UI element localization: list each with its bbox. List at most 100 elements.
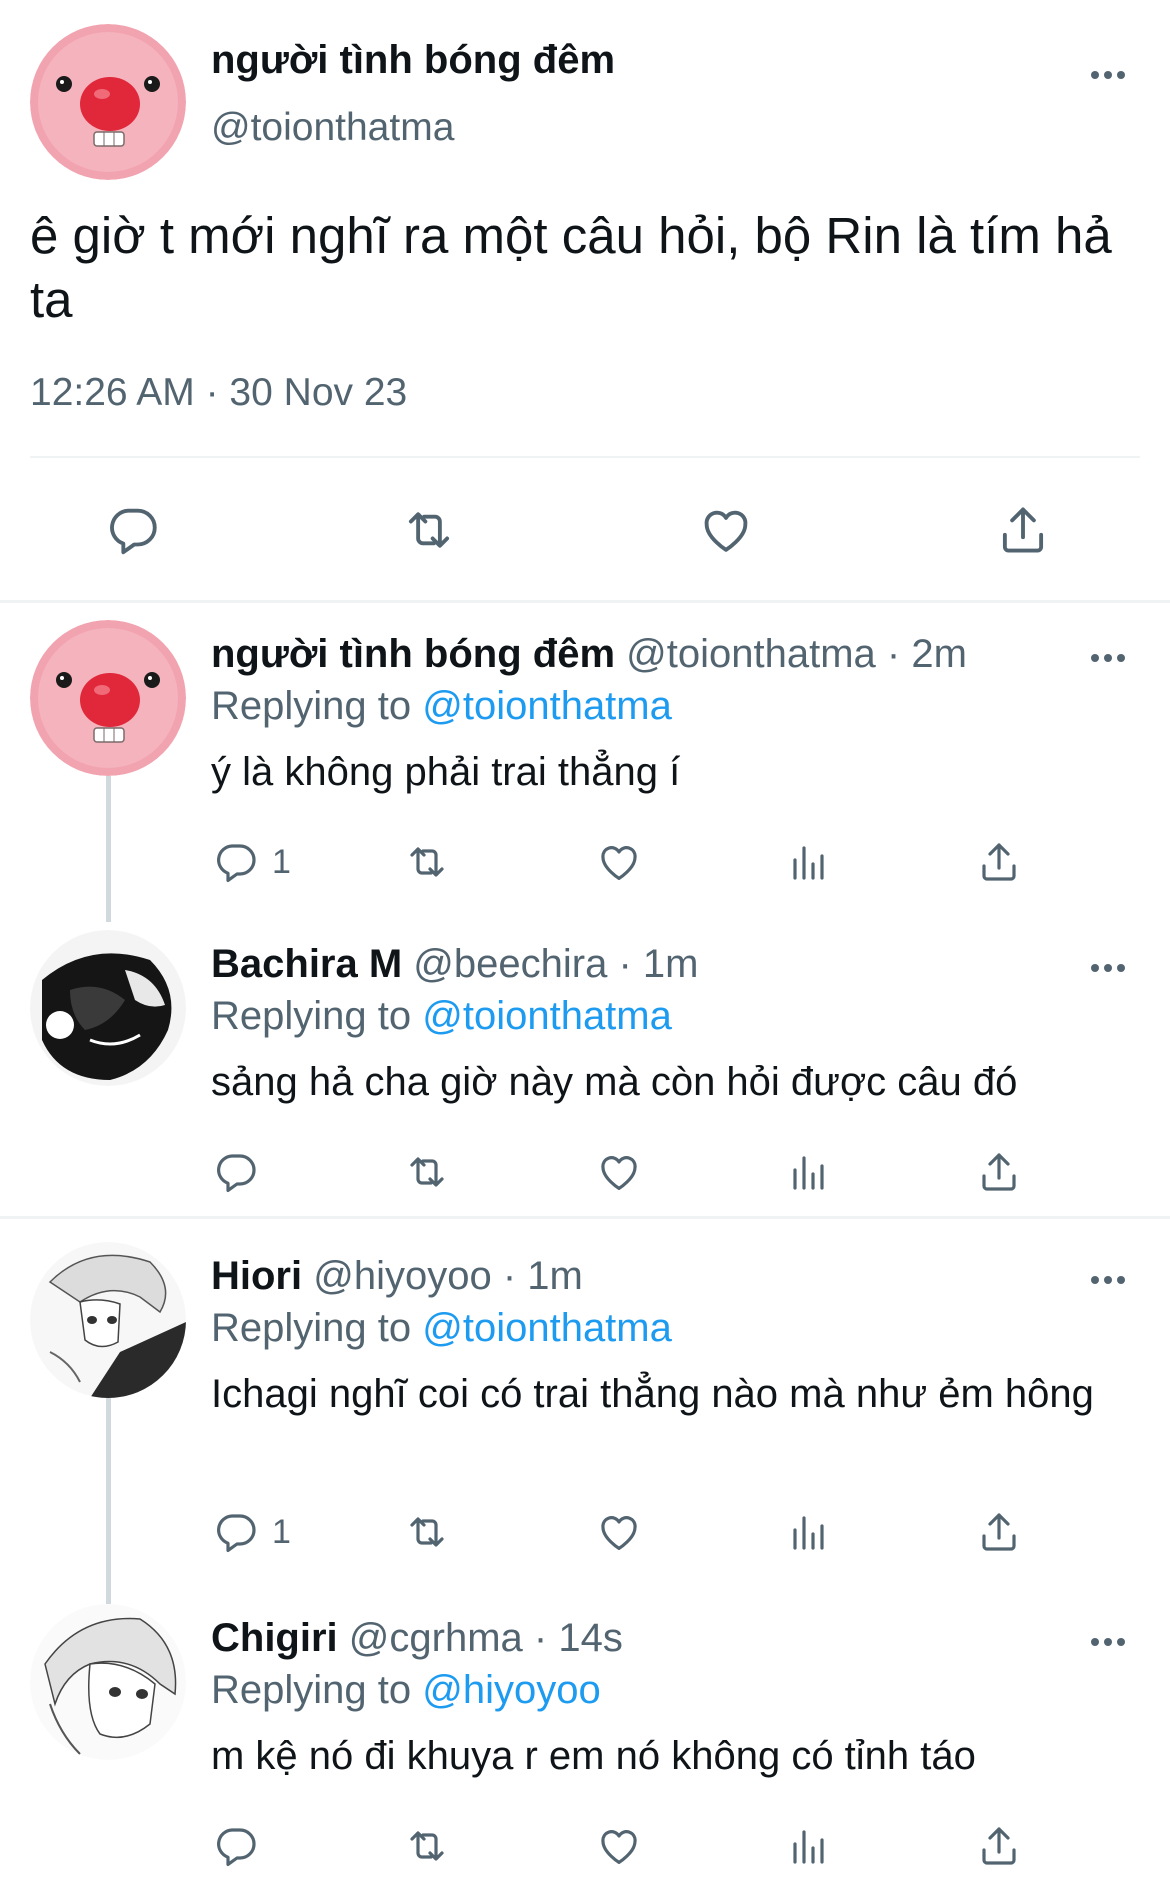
reply-icon <box>104 501 162 559</box>
reply-count: 1 <box>272 1512 291 1551</box>
avatar[interactable] <box>30 1242 186 1398</box>
mention-link[interactable]: @toionthatma <box>422 994 672 1038</box>
retweet-icon <box>403 1822 451 1870</box>
reply-action-bar: 1 <box>0 1502 1170 1562</box>
reply-action-bar <box>0 1142 1170 1202</box>
reply-text: m kệ nó đi khuya r em nó không có tỉnh t… <box>211 1734 976 1778</box>
like-icon <box>595 838 643 886</box>
reply-header: Hiori @hiyoyoo · 1m <box>211 1254 583 1299</box>
tweet-action-bar <box>0 495 1170 565</box>
views-icon <box>785 1822 833 1870</box>
author-handle[interactable]: @toionthatma <box>211 106 454 150</box>
like-button[interactable] <box>697 501 755 559</box>
retweet-icon <box>403 838 451 886</box>
replying-to-label: Replying to <box>211 684 423 728</box>
views-icon <box>785 838 833 886</box>
reply-button[interactable] <box>104 501 162 559</box>
share-icon <box>975 1148 1023 1196</box>
reply-icon <box>212 1508 260 1556</box>
more-options-icon[interactable] <box>1078 1622 1138 1662</box>
author-name[interactable]: Chigiri <box>211 1616 338 1660</box>
retweet-icon <box>403 1148 451 1196</box>
retweet-button[interactable] <box>403 838 451 886</box>
reply-action-bar <box>0 1816 1170 1876</box>
reply-tweet[interactable]: người tình bóng đêm @toionthatma · 2m Re… <box>0 610 1170 910</box>
mention-link[interactable]: @toionthatma <box>422 684 672 728</box>
views-icon <box>785 1148 833 1196</box>
author-name[interactable]: Hiori <box>211 1254 302 1298</box>
replying-to-label: Replying to <box>211 994 423 1038</box>
tweet-timestamp[interactable]: 12:26 AM · 30 Nov 23 <box>30 371 407 415</box>
reply-button[interactable]: 1 <box>212 1508 291 1556</box>
divider <box>0 600 1170 603</box>
retweet-button[interactable] <box>403 1508 451 1556</box>
avatar[interactable] <box>30 1604 186 1760</box>
avatar[interactable] <box>30 930 186 1086</box>
like-icon <box>595 1148 643 1196</box>
reply-header: Bachira M @beechira · 1m <box>211 942 698 987</box>
reply-action-bar: 1 <box>0 832 1170 892</box>
more-options-icon[interactable] <box>1078 638 1138 678</box>
views-button[interactable] <box>785 1822 833 1870</box>
replying-to-label: Replying to <box>211 1668 423 1712</box>
reply-header: người tình bóng đêm @toionthatma · 2m <box>211 632 967 677</box>
views-button[interactable] <box>785 1148 833 1196</box>
more-options-icon[interactable] <box>1078 1260 1138 1300</box>
reply-icon <box>212 1148 260 1196</box>
more-options-icon[interactable] <box>1078 55 1138 95</box>
like-button[interactable] <box>595 1508 643 1556</box>
like-button[interactable] <box>595 1148 643 1196</box>
author-meta: @cgrhma · 14s <box>348 1616 623 1660</box>
reply-button[interactable] <box>212 1822 272 1870</box>
views-button[interactable] <box>785 1508 833 1556</box>
retweet-button[interactable] <box>400 501 458 559</box>
retweet-icon <box>403 1508 451 1556</box>
reply-count: 1 <box>272 842 291 881</box>
divider <box>0 1216 1170 1219</box>
retweet-button[interactable] <box>403 1148 451 1196</box>
avatar[interactable] <box>30 24 186 180</box>
share-icon <box>994 501 1052 559</box>
share-icon <box>975 1822 1023 1870</box>
reply-tweet[interactable]: Hiori @hiyoyoo · 1m Replying to @toionth… <box>0 1232 1170 1582</box>
reply-text: Ichagi nghĩ coi có trai thẳng nào mà như… <box>211 1372 1094 1416</box>
more-options-icon[interactable] <box>1078 948 1138 988</box>
share-icon <box>975 1508 1023 1556</box>
views-icon <box>785 1508 833 1556</box>
mention-link[interactable]: @hiyoyoo <box>422 1668 600 1712</box>
like-icon <box>595 1822 643 1870</box>
replying-to: Replying to @toionthatma <box>211 994 672 1039</box>
mention-link[interactable]: @toionthatma <box>422 1306 672 1350</box>
reply-icon <box>212 1822 260 1870</box>
author-name[interactable]: người tình bóng đêm <box>211 38 615 83</box>
tweet-text: ê giờ t mới nghĩ ra một câu hỏi, bộ Rin … <box>30 207 1112 328</box>
main-tweet: người tình bóng đêm @toionthatma ê giờ t… <box>0 0 1170 600</box>
views-button[interactable] <box>785 838 833 886</box>
like-button[interactable] <box>595 1822 643 1870</box>
reply-icon <box>212 838 260 886</box>
share-button[interactable] <box>975 1822 1023 1870</box>
share-button[interactable] <box>975 1148 1023 1196</box>
author-name[interactable]: Bachira M <box>211 942 402 986</box>
replying-to: Replying to @toionthatma <box>211 1306 672 1351</box>
like-button[interactable] <box>595 838 643 886</box>
author-meta: @toionthatma · 2m <box>626 632 967 676</box>
share-button[interactable] <box>975 838 1023 886</box>
share-button[interactable] <box>994 501 1052 559</box>
author-name[interactable]: người tình bóng đêm <box>211 632 615 676</box>
retweet-icon <box>400 501 458 559</box>
reply-button[interactable] <box>212 1148 272 1196</box>
like-icon <box>697 501 755 559</box>
replying-to: Replying to @hiyoyoo <box>211 1668 601 1713</box>
divider <box>30 456 1140 458</box>
reply-button[interactable]: 1 <box>212 838 291 886</box>
share-icon <box>975 838 1023 886</box>
avatar[interactable] <box>30 620 186 776</box>
share-button[interactable] <box>975 1508 1023 1556</box>
retweet-button[interactable] <box>403 1822 451 1870</box>
like-icon <box>595 1508 643 1556</box>
reply-tweet[interactable]: Chigiri @cgrhma · 14s Replying to @hiyoy… <box>0 1594 1170 1894</box>
replying-to: Replying to @toionthatma <box>211 684 672 729</box>
reply-tweet[interactable]: Bachira M @beechira · 1m Replying to @to… <box>0 920 1170 1210</box>
reply-text: sảng hả cha giờ này mà còn hỏi được câu … <box>211 1060 1018 1104</box>
